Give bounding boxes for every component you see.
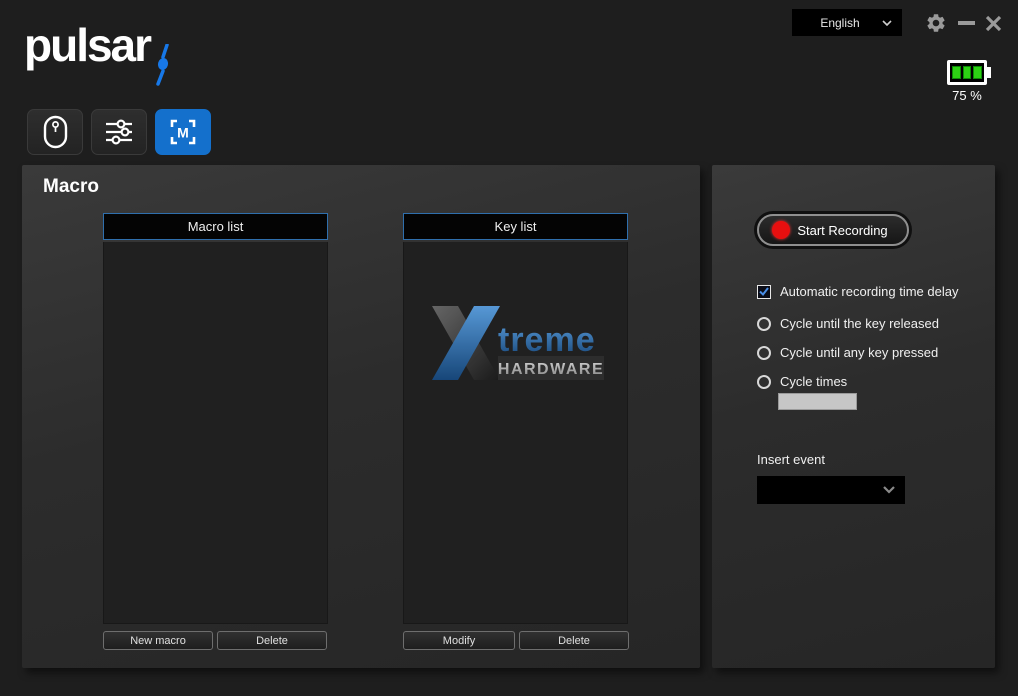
tab-mouse[interactable] (27, 109, 83, 155)
radio-unselected[interactable] (757, 316, 771, 331)
insert-event-label: Insert event (757, 452, 825, 467)
tab-macro[interactable]: M (155, 109, 211, 155)
chevron-down-icon (882, 20, 892, 26)
battery-indicator: 75 % (944, 60, 991, 103)
cycle-times-label: Cycle times (780, 374, 848, 389)
auto-delay-label: Automatic recording time delay (780, 284, 959, 299)
sliders-icon (106, 119, 132, 145)
settings-gear-button[interactable] (924, 11, 948, 35)
cycle-until-pressed-label: Cycle until any key pressed (780, 345, 939, 360)
auto-delay-checkbox-row[interactable]: Automatic recording time delay (757, 284, 958, 299)
macro-list-header: Macro list (103, 213, 328, 240)
radio-unselected[interactable] (757, 374, 771, 389)
app-logo: pulsar (24, 22, 172, 86)
watermark-text-treme: treme (498, 321, 596, 359)
language-dropdown[interactable]: English (792, 9, 902, 36)
delete-key-button[interactable]: Delete (519, 631, 629, 650)
cycle-until-pressed-row[interactable]: Cycle until any key pressed (757, 345, 938, 360)
gear-icon (927, 14, 945, 32)
cycle-times-row[interactable]: Cycle times (757, 374, 847, 389)
delete-macro-button[interactable]: Delete (217, 631, 327, 650)
check-icon (759, 287, 769, 296)
mouse-icon (43, 115, 67, 149)
insert-event-dropdown[interactable] (757, 476, 905, 504)
language-dropdown-value: English (820, 15, 860, 30)
cycle-until-released-label: Cycle until the key released (780, 316, 939, 331)
macro-icon-letter: M (177, 125, 189, 141)
minimize-button[interactable] (954, 11, 978, 35)
xtreme-hardware-watermark: treme HARDWARE (432, 306, 604, 380)
radio-unselected[interactable] (757, 345, 771, 360)
recording-panel: Start Recording Automatic recording time… (712, 165, 995, 668)
start-recording-label: Start Recording (797, 222, 888, 238)
logo-text: pulsar (24, 19, 152, 71)
minimize-icon (957, 21, 975, 25)
key-list[interactable]: treme HARDWARE (403, 242, 628, 624)
key-list-header: Key list (403, 213, 628, 240)
battery-icon (947, 60, 991, 85)
main-tabs: M (27, 109, 211, 155)
modify-key-button[interactable]: Modify (403, 631, 515, 650)
logo-spark-icon (156, 44, 169, 86)
close-button[interactable] (981, 11, 1005, 35)
cycle-until-released-row[interactable]: Cycle until the key released (757, 316, 939, 331)
cycle-times-input[interactable] (778, 393, 857, 410)
macro-panel: Macro Macro list Key list treme HARDWARE (22, 165, 700, 668)
tab-settings[interactable] (91, 109, 147, 155)
macro-icon: M (170, 119, 196, 145)
page-title: Macro (43, 176, 99, 197)
watermark-text-hardware: HARDWARE (498, 361, 604, 378)
record-dot-icon (772, 221, 790, 239)
battery-percent: 75 % (952, 88, 982, 103)
close-icon (985, 15, 1001, 31)
checkbox-checked[interactable] (757, 284, 771, 299)
start-recording-button[interactable]: Start Recording (757, 214, 909, 246)
macro-list[interactable] (103, 242, 328, 624)
chevron-down-icon (883, 486, 895, 494)
new-macro-button[interactable]: New macro (103, 631, 213, 650)
